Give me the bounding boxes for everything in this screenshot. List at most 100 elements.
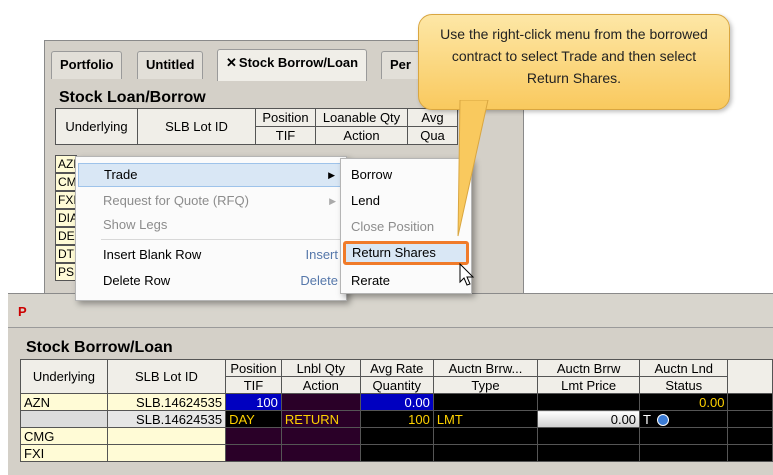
borrow-loan-table: Underlying SLB Lot ID Position Lnbl Qty … xyxy=(20,359,773,462)
menu-item-show-legs[interactable]: Show Legs xyxy=(78,213,344,237)
cell-auctn-lnd[interactable] xyxy=(639,444,729,462)
menu-item-delete-row[interactable]: Delete Row Delete xyxy=(78,269,344,293)
header-lnbl-qty[interactable]: Lnbl Qty xyxy=(280,359,361,377)
cell-avg-rate[interactable]: 0.00 xyxy=(359,393,434,411)
cell-auctn-brrw-type[interactable] xyxy=(432,427,539,445)
cell-lnbl-qty[interactable] xyxy=(280,427,361,445)
table-row[interactable]: AZN SLB.14624535 100 0.00 0.00 xyxy=(20,393,773,411)
menu-item-rfq[interactable]: Request for Quote (RFQ) ▶ xyxy=(78,189,344,213)
header-position[interactable]: Position xyxy=(225,359,282,377)
menu-item-insert-blank-row[interactable]: Insert Blank Row Insert xyxy=(78,243,344,267)
status-text: T xyxy=(643,411,651,427)
cell-underlying[interactable]: CMG xyxy=(20,427,108,445)
tab-portfolio[interactable]: Portfolio xyxy=(51,51,123,79)
cell-position[interactable] xyxy=(225,427,282,445)
tab-stock-borrow-loan-label: Stock Borrow/Loan xyxy=(238,55,359,70)
cell-underlying[interactable] xyxy=(20,410,108,428)
bottom-panel-title: Stock Borrow/Loan xyxy=(26,339,173,356)
cell-auctn-brrw-type[interactable] xyxy=(432,444,539,462)
context-menu: Trade ▶ Request for Quote (RFQ) ▶ Show L… xyxy=(75,156,347,301)
row-underlying-cm[interactable]: CM xyxy=(55,173,77,191)
header-underlying[interactable]: Underlying xyxy=(20,359,108,394)
cell-auctn-lnd[interactable] xyxy=(639,427,729,445)
shortcut-insert: Insert xyxy=(305,247,338,262)
header-status[interactable]: Status xyxy=(639,376,729,394)
cell-lot-id[interactable] xyxy=(106,444,227,462)
cell-avg-rate[interactable] xyxy=(359,444,434,462)
header-tif[interactable]: TIF xyxy=(255,126,316,145)
cell-underlying[interactable]: FXI xyxy=(20,444,108,462)
header-type[interactable]: Type xyxy=(432,376,539,394)
callout-pointer xyxy=(457,100,489,237)
header-auctn-brrw-price[interactable]: Auctn Brrw xyxy=(537,359,641,377)
mouse-cursor-icon xyxy=(459,263,475,286)
table-row[interactable]: CMG xyxy=(20,427,773,445)
instruction-callout: Use the right-click menu from the borrow… xyxy=(418,14,730,110)
header-action[interactable]: Action xyxy=(280,376,361,394)
header-lmt-price[interactable]: Lmt Price xyxy=(537,376,641,394)
row-underlying-dia[interactable]: DIA xyxy=(55,209,77,227)
close-tab-icon[interactable]: ✕ xyxy=(226,55,237,70)
tab-untitled[interactable]: Untitled xyxy=(137,51,204,79)
shortcut-delete: Delete xyxy=(300,273,338,288)
cell-auctn-brrw-price[interactable] xyxy=(537,427,641,445)
cell-lmt-price[interactable]: 0.00 xyxy=(537,410,641,428)
cell-auctn-brrw-price[interactable] xyxy=(537,444,641,462)
panel-title: Stock Loan/Borrow xyxy=(59,89,206,106)
header-overflow xyxy=(727,359,773,394)
cell-action[interactable]: RETURN xyxy=(280,410,361,428)
header-slb-lot-id[interactable]: SLB Lot ID xyxy=(106,359,227,394)
cell-status[interactable]: T xyxy=(639,410,729,428)
tab-performance[interactable]: Per xyxy=(381,51,420,79)
menu-item-trade-label: Trade xyxy=(104,167,138,182)
cell-overflow xyxy=(727,427,773,445)
row-underlying-dec[interactable]: DEC xyxy=(55,227,77,245)
header-action[interactable]: Action xyxy=(315,126,408,145)
header-auctn-lnd[interactable]: Auctn Lnd xyxy=(639,359,729,377)
submenu-item-rerate[interactable]: Rerate xyxy=(343,269,469,293)
header-position[interactable]: Position xyxy=(255,108,316,127)
header-underlying[interactable]: Underlying xyxy=(55,108,138,145)
top-grid-header: Underlying SLB Lot ID Position Loanable … xyxy=(55,108,458,145)
menu-item-trade[interactable]: Trade ▶ xyxy=(78,163,344,187)
menu-item-insert-label: Insert Blank Row xyxy=(103,247,202,262)
cell-position[interactable]: 100 xyxy=(225,393,282,411)
header-tif[interactable]: TIF xyxy=(225,376,282,394)
cell-auctn-brrw-price[interactable] xyxy=(537,393,641,411)
row-underlying-azn[interactable]: AZN xyxy=(55,155,77,173)
cell-underlying[interactable]: AZN xyxy=(20,393,108,411)
cell-auctn-lnd[interactable]: 0.00 xyxy=(639,393,729,411)
menu-item-rfq-label: Request for Quote (RFQ) xyxy=(103,193,249,208)
submenu-arrow-icon: ▶ xyxy=(329,196,336,206)
table-row[interactable]: SLB.14624535 DAY RETURN 100 LMT 0.00 T xyxy=(20,410,773,428)
tab-stock-borrow-loan[interactable]: ✕ Stock Borrow/Loan xyxy=(217,49,368,81)
header-quantity[interactable]: Quantity xyxy=(359,376,434,394)
cell-quantity[interactable]: 100 xyxy=(359,410,434,428)
row-underlying-psi[interactable]: PSI xyxy=(55,263,77,281)
table-row[interactable]: FXI xyxy=(20,444,773,462)
cell-lot-id[interactable] xyxy=(106,427,227,445)
row-underlying-fxi[interactable]: FXI xyxy=(55,191,77,209)
cell-tif[interactable]: DAY xyxy=(225,410,282,428)
cell-lot-id[interactable]: SLB.14624535 xyxy=(106,410,227,428)
header-slb-lot-id[interactable]: SLB Lot ID xyxy=(137,108,256,145)
cell-overflow xyxy=(727,393,773,411)
header-avg-rate[interactable]: Avg Rate xyxy=(359,359,434,377)
header-loanable-qty[interactable]: Loanable Qty xyxy=(315,108,408,127)
cell-lnbl-qty[interactable] xyxy=(280,444,361,462)
stock-borrow-loan-window: P Stock Borrow/Loan Underlying SLB Lot I… xyxy=(8,293,773,475)
bottom-tab-partial[interactable]: P xyxy=(18,304,30,326)
cell-overflow xyxy=(727,410,773,428)
submenu-item-return-shares[interactable]: Return Shares xyxy=(343,241,469,265)
cell-type[interactable]: LMT xyxy=(432,410,539,428)
cell-avg-rate[interactable] xyxy=(359,427,434,445)
cell-lot-id[interactable]: SLB.14624535 xyxy=(106,393,227,411)
row-underlying-dt[interactable]: DT xyxy=(55,245,77,263)
cell-overflow xyxy=(727,444,773,462)
header-auctn-brrw-type[interactable]: Auctn Brrw... xyxy=(432,359,539,377)
cell-lnbl-qty[interactable] xyxy=(280,393,361,411)
submenu-arrow-icon: ▶ xyxy=(328,170,335,180)
menu-item-delete-label: Delete Row xyxy=(103,273,171,288)
cell-auctn-brrw-type[interactable] xyxy=(432,393,539,411)
cell-position[interactable] xyxy=(225,444,282,462)
